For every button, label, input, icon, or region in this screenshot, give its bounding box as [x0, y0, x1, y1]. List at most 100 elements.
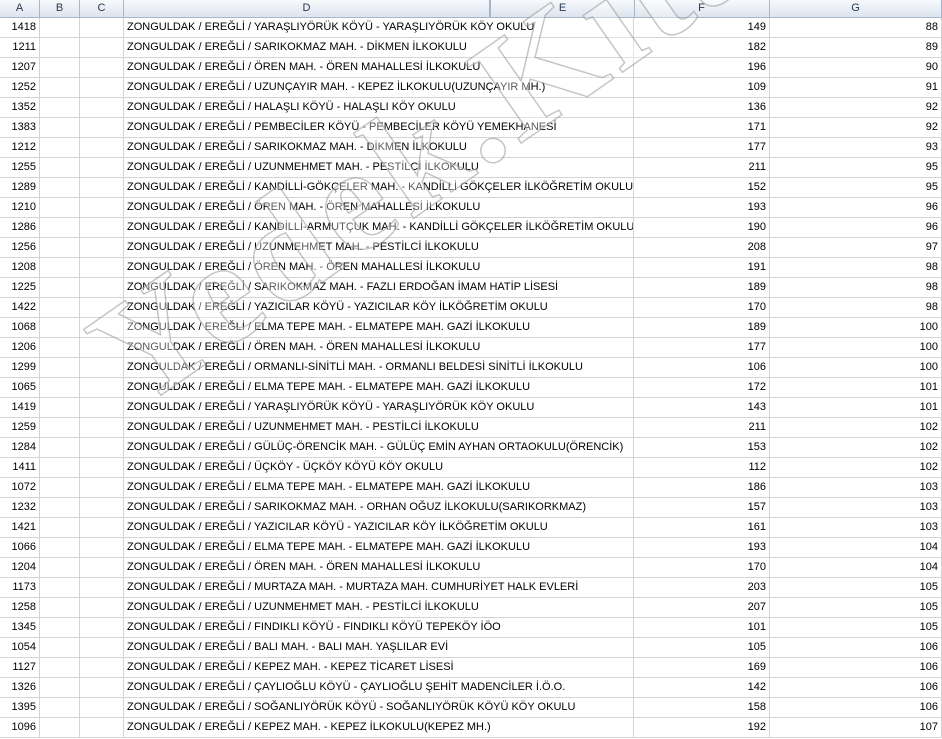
cell-b[interactable] — [40, 598, 80, 618]
cell-f[interactable]: 172 — [634, 378, 770, 398]
cell-a[interactable]: 1096 — [0, 718, 40, 738]
cell-b[interactable] — [40, 298, 80, 318]
cell-a[interactable]: 1232 — [0, 498, 40, 518]
cell-c[interactable] — [80, 438, 124, 458]
cell-c[interactable] — [80, 238, 124, 258]
cell-d[interactable]: ZONGULDAK / EREĞLİ / ELMA TEPE MAH. - EL… — [124, 478, 634, 498]
cell-g[interactable]: 97 — [770, 238, 942, 258]
cell-c[interactable] — [80, 618, 124, 638]
cell-b[interactable] — [40, 638, 80, 658]
cell-d[interactable]: ZONGULDAK / EREĞLİ / KEPEZ MAH. - KEPEZ … — [124, 658, 634, 678]
cell-g[interactable]: 105 — [770, 578, 942, 598]
cell-g[interactable]: 93 — [770, 138, 942, 158]
cell-a[interactable]: 1411 — [0, 458, 40, 478]
cell-b[interactable] — [40, 438, 80, 458]
cell-a[interactable]: 1259 — [0, 418, 40, 438]
cell-c[interactable] — [80, 418, 124, 438]
cell-b[interactable] — [40, 578, 80, 598]
cell-g[interactable]: 105 — [770, 618, 942, 638]
cell-d[interactable]: ZONGULDAK / EREĞLİ / FINDIKLI KÖYÜ - FIN… — [124, 618, 634, 638]
cell-a[interactable]: 1066 — [0, 538, 40, 558]
cell-d[interactable]: ZONGULDAK / EREĞLİ / KEPEZ MAH. - KEPEZ … — [124, 718, 634, 738]
cell-a[interactable]: 1345 — [0, 618, 40, 638]
cell-b[interactable] — [40, 338, 80, 358]
cell-f[interactable]: 208 — [634, 238, 770, 258]
cell-b[interactable] — [40, 358, 80, 378]
cell-a[interactable]: 1225 — [0, 278, 40, 298]
cell-b[interactable] — [40, 658, 80, 678]
cell-g[interactable]: 102 — [770, 458, 942, 478]
cell-b[interactable] — [40, 98, 80, 118]
cell-f[interactable]: 189 — [634, 318, 770, 338]
cell-a[interactable]: 1065 — [0, 378, 40, 398]
cell-c[interactable] — [80, 278, 124, 298]
cell-d[interactable]: ZONGULDAK / EREĞLİ / ÖREN MAH. - ÖREN MA… — [124, 558, 634, 578]
cell-f[interactable]: 105 — [634, 638, 770, 658]
cell-b[interactable] — [40, 18, 80, 38]
cell-d[interactable]: ZONGULDAK / EREĞLİ / KANDİLLİ-ARMUTÇUK M… — [124, 218, 634, 238]
cell-a[interactable]: 1258 — [0, 598, 40, 618]
cell-a[interactable]: 1127 — [0, 658, 40, 678]
cell-f[interactable]: 161 — [634, 518, 770, 538]
cell-c[interactable] — [80, 518, 124, 538]
cell-a[interactable]: 1284 — [0, 438, 40, 458]
cell-g[interactable]: 98 — [770, 258, 942, 278]
cell-b[interactable] — [40, 78, 80, 98]
cell-a[interactable]: 1210 — [0, 198, 40, 218]
cell-c[interactable] — [80, 178, 124, 198]
cell-a[interactable]: 1212 — [0, 138, 40, 158]
cell-b[interactable] — [40, 118, 80, 138]
cell-f[interactable]: 211 — [634, 418, 770, 438]
cell-a[interactable]: 1252 — [0, 78, 40, 98]
cell-c[interactable] — [80, 138, 124, 158]
cell-g[interactable]: 104 — [770, 538, 942, 558]
cell-g[interactable]: 100 — [770, 358, 942, 378]
cell-c[interactable] — [80, 478, 124, 498]
cell-g[interactable]: 96 — [770, 218, 942, 238]
cell-a[interactable]: 1286 — [0, 218, 40, 238]
cell-f[interactable]: 143 — [634, 398, 770, 418]
cell-b[interactable] — [40, 418, 80, 438]
cell-d[interactable]: ZONGULDAK / EREĞLİ / ÖREN MAH. - ÖREN MA… — [124, 198, 634, 218]
cell-c[interactable] — [80, 398, 124, 418]
cell-g[interactable]: 106 — [770, 698, 942, 718]
cell-g[interactable]: 103 — [770, 478, 942, 498]
cell-d[interactable]: ZONGULDAK / EREĞLİ / YAZICILAR KÖYÜ - YA… — [124, 298, 634, 318]
cell-d[interactable]: ZONGULDAK / EREĞLİ / SARIKOKMAZ MAH. - O… — [124, 498, 634, 518]
cell-b[interactable] — [40, 198, 80, 218]
cell-g[interactable]: 95 — [770, 178, 942, 198]
cell-a[interactable]: 1421 — [0, 518, 40, 538]
cell-f[interactable]: 169 — [634, 658, 770, 678]
cell-f[interactable]: 190 — [634, 218, 770, 238]
cell-b[interactable] — [40, 478, 80, 498]
cell-b[interactable] — [40, 538, 80, 558]
cell-g[interactable]: 96 — [770, 198, 942, 218]
column-header-f[interactable]: F — [634, 0, 770, 18]
cell-c[interactable] — [80, 258, 124, 278]
cell-a[interactable]: 1255 — [0, 158, 40, 178]
cell-d[interactable]: ZONGULDAK / EREĞLİ / SOĞANLIYÖRÜK KÖYÜ -… — [124, 698, 634, 718]
cell-b[interactable] — [40, 258, 80, 278]
cell-f[interactable]: 207 — [634, 598, 770, 618]
cell-c[interactable] — [80, 198, 124, 218]
column-header-d[interactable]: D — [124, 0, 490, 18]
cell-c[interactable] — [80, 558, 124, 578]
cell-b[interactable] — [40, 378, 80, 398]
cell-f[interactable]: 171 — [634, 118, 770, 138]
cell-a[interactable]: 1326 — [0, 678, 40, 698]
cell-g[interactable]: 104 — [770, 558, 942, 578]
cell-f[interactable]: 177 — [634, 138, 770, 158]
cell-f[interactable]: 191 — [634, 258, 770, 278]
cell-f[interactable]: 158 — [634, 698, 770, 718]
cell-a[interactable]: 1211 — [0, 38, 40, 58]
cell-c[interactable] — [80, 718, 124, 738]
cell-a[interactable]: 1173 — [0, 578, 40, 598]
cell-f[interactable]: 182 — [634, 38, 770, 58]
cell-f[interactable]: 106 — [634, 358, 770, 378]
cell-b[interactable] — [40, 398, 80, 418]
cell-f[interactable]: 142 — [634, 678, 770, 698]
cell-b[interactable] — [40, 58, 80, 78]
cell-g[interactable]: 101 — [770, 378, 942, 398]
cell-d[interactable]: ZONGULDAK / EREĞLİ / GÜLÜÇ-ÖRENCİK MAH. … — [124, 438, 634, 458]
cell-g[interactable]: 92 — [770, 118, 942, 138]
